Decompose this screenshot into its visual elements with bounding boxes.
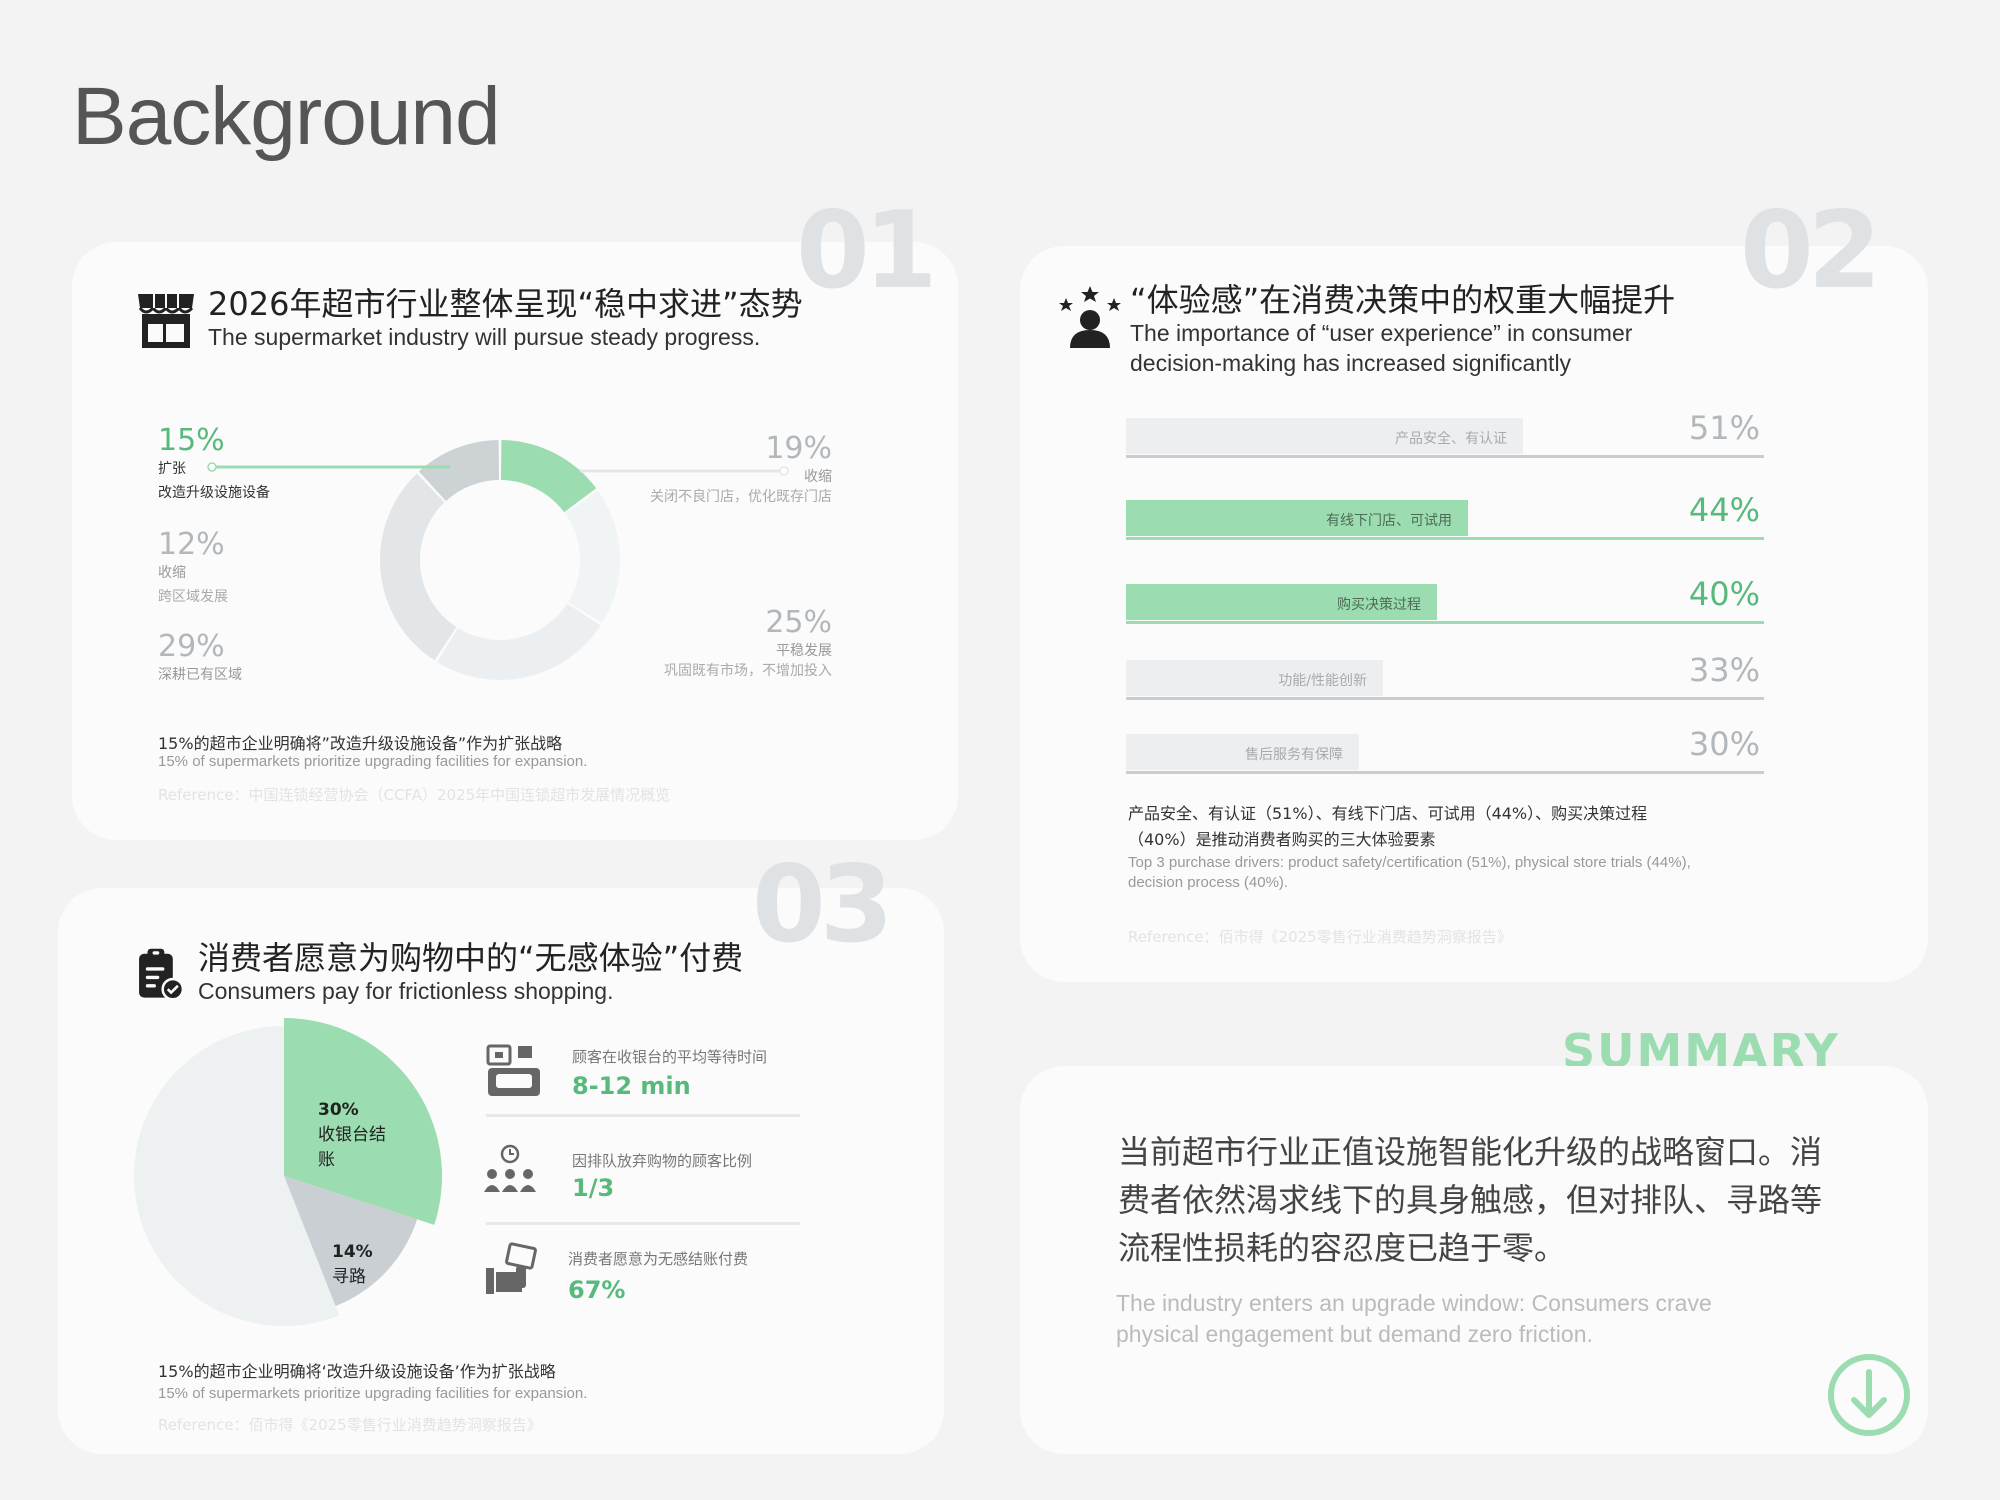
pie-label-30: 30% 收银台结 账: [318, 1100, 386, 1170]
card3-reference: Reference：佰市得《2025零售行业消费趋势洞察报告》: [158, 1416, 542, 1434]
card2-header: “体验感”在消费决策中的权重大幅提升 The importance of “us…: [1058, 282, 1675, 379]
pie-label-30-line1: 收银台结: [318, 1125, 386, 1145]
bar-row: 有线下门店、可试用 44%: [1126, 494, 1764, 540]
bar-value: 44%: [1688, 491, 1760, 529]
stat-divider: [486, 1222, 800, 1225]
card3-note-en: 15% of supermarkets prioritize upgrading…: [158, 1385, 588, 1402]
bar-label: 功能/性能创新: [1278, 673, 1367, 689]
bar-baseline: [1126, 771, 1764, 774]
hand-money-icon: [486, 1242, 537, 1294]
page-title: Background: [72, 71, 501, 162]
card1-reference: Reference：中国连锁经营协会（CCFA）2025年中国连锁超市发展情况概…: [158, 786, 671, 804]
stat-wait-time-value: 8-12 min: [572, 1072, 691, 1100]
label-29: 29% 深耕已有区域: [158, 632, 242, 684]
bar-label: 售后服务有保障: [1245, 747, 1343, 763]
bar-value: 40%: [1688, 575, 1760, 613]
card1-note-cn: 15%的超市企业明确将”改造升级设施设备”作为扩张战略: [158, 734, 563, 753]
card1-header: 2026年超市行业整体呈现“稳中求进”态势 The supermarket in…: [134, 286, 803, 353]
card1-note-en: 15% of supermarkets prioritize upgrading…: [158, 753, 588, 770]
card3-title-en: Consumers pay for frictionless shopping.: [198, 977, 614, 1004]
stat-wait-time: 顾客在收银台的平均等待时间 8-12 min: [486, 1042, 800, 1118]
stat-abandon-rate: 因排队放弃购物的顾客比例 1/3: [482, 1144, 800, 1226]
bar-row: 产品安全、有认证 51%: [1126, 412, 1764, 458]
bar-row: 售后服务有保障 30%: [1126, 728, 1764, 774]
card2-note-cn-2: （40%）是推动消费者购买的三大体验要素: [1128, 830, 1436, 849]
section-number-01: 01: [796, 189, 937, 312]
card1-title-cn: 2026年超市行业整体呈现“稳中求进”态势: [208, 285, 803, 323]
bar-baseline: [1126, 697, 1764, 700]
card2-note-en-1: Top 3 purchase drivers: product safety/c…: [1128, 854, 1691, 871]
card3-note-cn: 15%的超市企业明确将‘改造升级设施设备’作为扩张战略: [158, 1362, 556, 1381]
bar-label: 购买决策过程: [1337, 597, 1421, 613]
store-icon: [138, 294, 194, 348]
card2-title-cn: “体验感”在消费决策中的权重大幅提升: [1130, 281, 1676, 319]
pie-chart: [133, 1018, 442, 1326]
label-25-line1: 平稳发展: [776, 643, 832, 659]
label-25: 25% 平稳发展 巩固既有市场，不增加投入: [664, 608, 832, 680]
bar-baseline: [1126, 537, 1764, 540]
label-15-line1: 扩张: [158, 461, 186, 477]
bar-row: 功能/性能创新 33%: [1126, 654, 1764, 700]
bar-value: 30%: [1688, 725, 1760, 763]
section-number-03: 03: [752, 843, 893, 966]
card1-title-en: The supermarket industry will pursue ste…: [208, 323, 761, 350]
section-number-02: 02: [1740, 189, 1881, 312]
label-29-pct: 29%: [158, 629, 225, 664]
bar-baseline: [1126, 455, 1764, 458]
label-19-line2: 关闭不良门店，优化既存门店: [650, 489, 832, 505]
label-12-pct: 12%: [158, 527, 225, 562]
bar-baseline: [1126, 621, 1764, 624]
stat-divider: [486, 1114, 800, 1117]
label-12-line1: 收缩: [158, 565, 186, 581]
bar-row: 购买决策过程 40%: [1126, 578, 1764, 624]
label-29-line1: 深耕已有区域: [158, 667, 242, 683]
card2-title-en-1: The importance of “user experience” in c…: [1130, 319, 1633, 346]
label-12: 12% 收缩 跨区域发展: [158, 530, 228, 606]
donut-slice-1: [565, 490, 620, 624]
clipboard-check-icon: [139, 948, 185, 1001]
donut-slice-3: [380, 473, 457, 661]
stat-abandon-rate-label: 因排队放弃购物的顾客比例: [572, 1152, 753, 1170]
pie-label-14-line1: 寻路: [332, 1267, 366, 1287]
card2-reference: Reference：佰市得《2025零售行业消费趋势洞察报告》: [1128, 928, 1512, 946]
stat-abandon-rate-value: 1/3: [572, 1174, 615, 1202]
pie-label-30-pct: 30%: [318, 1100, 359, 1120]
card3-header: 消费者愿意为购物中的“无感体验”付费 Consumers pay for fri…: [134, 940, 743, 1007]
summary-text-en: The industry enters an upgrade window: C…: [1116, 1290, 1712, 1348]
stat-wait-time-label: 顾客在收银台的平均等待时间: [572, 1048, 768, 1066]
bar-value: 51%: [1688, 409, 1760, 447]
summary-text-cn: 当前超市行业正值设施智能化升级的战略窗口。消费者依然渴求线下的具身触感，但对排队…: [1118, 1133, 1823, 1267]
label-25-pct: 25%: [765, 605, 832, 640]
card2-note-cn-1: 产品安全、有认证（51%）、有线下门店、可试用（44%）、购买决策过程: [1128, 804, 1648, 823]
label-15-pct: 15%: [158, 423, 225, 458]
arrow-down-circle-icon[interactable]: [1826, 1352, 1912, 1438]
pie-label-14-pct: 14%: [332, 1242, 373, 1262]
pie-label-30-line2: 账: [318, 1150, 335, 1170]
stat-pay-willingness: 消费者愿意为无感结账付费 67%: [486, 1242, 800, 1312]
bar-value: 33%: [1688, 651, 1760, 689]
label-19-line1: 收缩: [804, 469, 832, 485]
card2-title-en-2: decision-making has increased significan…: [1130, 349, 1572, 376]
bar-label: 有线下门店、可试用: [1326, 513, 1452, 529]
label-19: 19% 收缩 关闭不良门店，优化既存门店: [650, 434, 832, 506]
pie-label-14: 14% 寻路: [332, 1242, 373, 1287]
donut-slice-2: [436, 603, 601, 680]
label-15: 15% 扩张 改造升级设施设备: [158, 426, 270, 502]
stat-pay-willingness-label: 消费者愿意为无感结账付费: [568, 1250, 749, 1268]
label-25-line2: 巩固既有市场，不增加投入: [664, 663, 832, 679]
label-12-line2: 跨区域发展: [158, 589, 228, 605]
card2-note-en-2: decision process (40%).: [1128, 874, 1289, 891]
label-19-pct: 19%: [765, 431, 832, 466]
queue-clock-icon: [484, 1144, 536, 1192]
card3-title-cn: 消费者愿意为购物中的“无感体验”付费: [198, 939, 744, 977]
rating-user-icon: [1059, 286, 1121, 348]
bar-label: 产品安全、有认证: [1395, 431, 1507, 447]
cashier-icon: [486, 1044, 540, 1096]
stat-pay-willingness-value: 67%: [568, 1276, 626, 1304]
label-15-line2: 改造升级设施设备: [158, 485, 270, 501]
